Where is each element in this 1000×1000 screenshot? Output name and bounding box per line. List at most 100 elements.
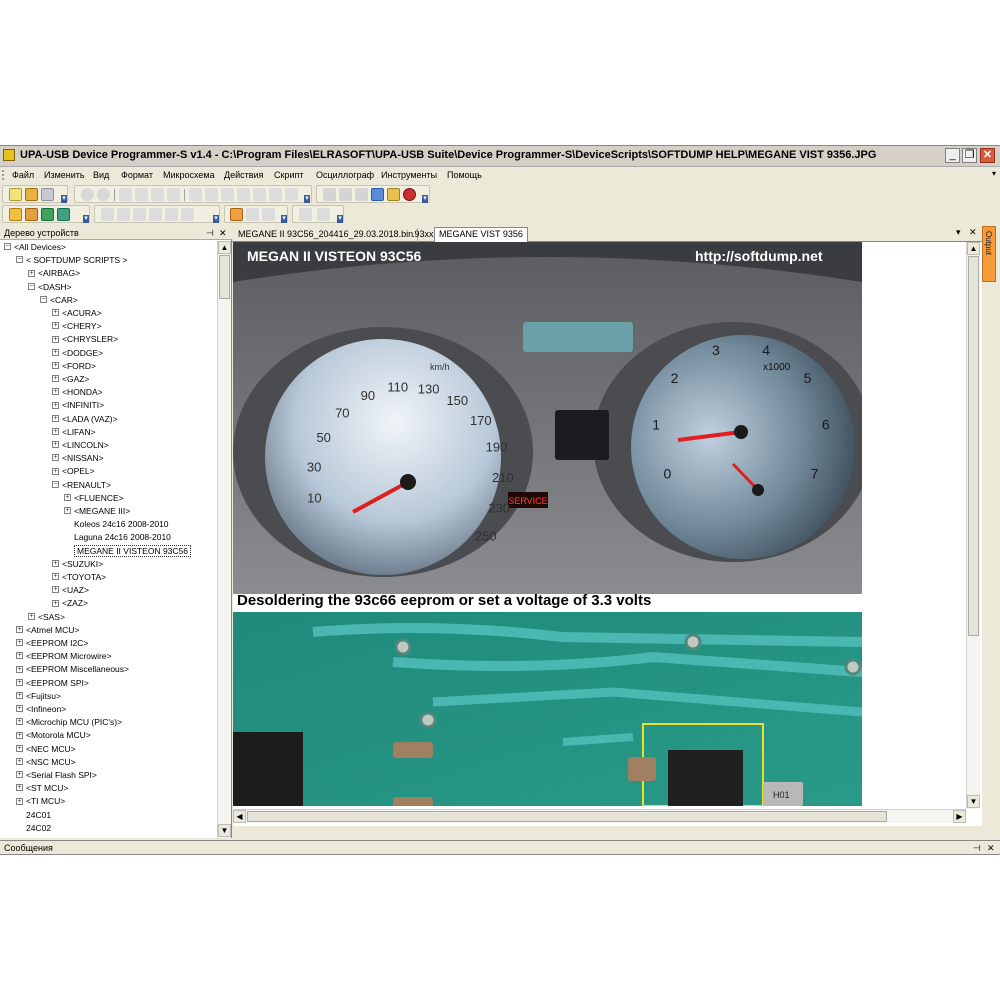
collapse-icon[interactable]: −: [28, 282, 35, 290]
expand-icon[interactable]: +: [16, 771, 23, 779]
tree-item[interactable]: + <FLUENCE>: [64, 492, 124, 505]
bug-icon[interactable]: [403, 188, 416, 201]
verify-chip-icon[interactable]: [355, 188, 368, 201]
delete-icon[interactable]: [167, 188, 180, 201]
image-vscroll-thumb[interactable]: [968, 256, 979, 636]
toolbar-chevron-icon[interactable]: ▾: [304, 195, 310, 203]
expand-icon[interactable]: +: [52, 375, 59, 383]
tree-item[interactable]: + <NSC MCU>: [16, 756, 76, 769]
tree-item[interactable]: + <INFINITI>: [52, 399, 104, 412]
expand-icon[interactable]: +: [52, 467, 59, 475]
expand-icon[interactable]: +: [16, 665, 23, 673]
tree-item[interactable]: + <NEC MCU>: [16, 743, 76, 756]
expand-icon[interactable]: +: [16, 731, 23, 739]
menu-tools[interactable]: Инструменты: [381, 170, 437, 180]
expand-icon[interactable]: +: [28, 612, 35, 620]
expand-icon[interactable]: +: [16, 705, 23, 713]
tree-item[interactable]: + <LINCOLN>: [52, 439, 109, 452]
tab-bin-file[interactable]: MEGANE II 93C56_204416_29.03.2018.bin: [234, 228, 419, 242]
expand-icon[interactable]: +: [16, 692, 23, 700]
tree-item[interactable]: MEGANE II VISTEON 93C56: [64, 544, 192, 558]
menu-file[interactable]: Файл: [12, 170, 34, 180]
expand-icon[interactable]: +: [16, 652, 23, 660]
pin-icon[interactable]: ⊣: [206, 228, 214, 239]
expand-icon[interactable]: +: [16, 639, 23, 647]
copy-icon[interactable]: [135, 188, 148, 201]
tree-item[interactable]: + <MEGANE III>: [64, 505, 130, 518]
image-hscrollbar[interactable]: ◀ ▶: [233, 809, 966, 823]
tabs-dropdown-icon[interactable]: ▾: [956, 227, 961, 238]
view-split-icon[interactable]: [133, 208, 146, 221]
tree-item[interactable]: + <EEPROM Miscellaneous>: [16, 663, 129, 676]
tree-item[interactable]: + <AIRBAG>: [28, 267, 80, 280]
find-icon[interactable]: [189, 188, 202, 201]
expand-icon[interactable]: +: [52, 573, 59, 581]
save-icon[interactable]: [41, 188, 54, 201]
scroll-left-icon[interactable]: ◀: [233, 810, 246, 823]
tree-item[interactable]: + <SAS>: [28, 611, 65, 624]
tree-item[interactable]: − < SOFTDUMP SCRIPTS >: [16, 254, 127, 267]
tree-item[interactable]: + <Microchip MCU (PIC's)>: [16, 716, 122, 729]
expand-icon[interactable]: +: [52, 454, 59, 462]
zoom-icon[interactable]: [246, 208, 259, 221]
collapse-icon[interactable]: −: [16, 256, 23, 264]
restore-button[interactable]: ❐: [962, 148, 977, 163]
scroll-down-icon[interactable]: ▼: [218, 824, 231, 837]
toolbar-chevron-icon[interactable]: ▾: [61, 195, 67, 203]
tree-item[interactable]: + <CHRYSLER>: [52, 333, 118, 346]
expand-icon[interactable]: +: [16, 797, 23, 805]
expand-icon[interactable]: +: [52, 441, 59, 449]
fit-icon[interactable]: [262, 208, 275, 221]
tree-item[interactable]: + <SUZUKI>: [52, 558, 103, 571]
menu-chip[interactable]: Микросхема: [163, 170, 215, 180]
menu-view[interactable]: Вид: [93, 170, 109, 180]
tree-item[interactable]: − <All Devices>: [4, 241, 66, 254]
menu-edit[interactable]: Изменить: [44, 170, 85, 180]
expand-icon[interactable]: +: [52, 348, 59, 356]
pin-icon[interactable]: ⊣: [973, 843, 981, 854]
scroll-right-icon[interactable]: ▶: [953, 810, 966, 823]
scroll-up-icon[interactable]: ▲: [967, 242, 980, 255]
minimize-button[interactable]: _: [945, 148, 960, 163]
tree-item[interactable]: + <ZAZ>: [52, 597, 88, 610]
tree-item[interactable]: + <CHERY>: [52, 320, 102, 333]
scroll-up-icon[interactable]: ▲: [218, 241, 231, 254]
expand-icon[interactable]: +: [52, 309, 59, 317]
run-icon[interactable]: [299, 208, 312, 221]
expand-icon[interactable]: +: [52, 414, 59, 422]
menu-format[interactable]: Формат: [121, 170, 153, 180]
menu-overflow-icon[interactable]: ▾: [992, 169, 996, 178]
toolbar-chevron-icon[interactable]: ▾: [213, 215, 219, 223]
cut-icon[interactable]: [119, 188, 132, 201]
wand-icon[interactable]: [9, 208, 22, 221]
tree-item[interactable]: + <ST MCU>: [16, 782, 68, 795]
tree-item[interactable]: + <EEPROM SPI>: [16, 677, 89, 690]
tree-item[interactable]: + <NISSAN>: [52, 452, 104, 465]
settings-icon[interactable]: [387, 188, 400, 201]
redo-icon[interactable]: [97, 188, 110, 201]
image-hscroll-thumb[interactable]: [247, 811, 887, 822]
panel-close-icon[interactable]: ✕: [219, 228, 227, 239]
toolbar-chevron-icon[interactable]: ▾: [337, 215, 343, 223]
close-button[interactable]: ✕: [980, 148, 995, 163]
menu-oscilloscope[interactable]: Осциллограф: [316, 170, 374, 180]
tree-item[interactable]: + <LIFAN>: [52, 426, 96, 439]
expand-icon[interactable]: +: [16, 758, 23, 766]
write-chip-icon[interactable]: [339, 188, 352, 201]
expand-icon[interactable]: +: [52, 388, 59, 396]
select-icon[interactable]: [230, 208, 243, 221]
key-icon[interactable]: [25, 208, 38, 221]
tools-icon[interactable]: [41, 208, 54, 221]
tree-scroll-thumb[interactable]: [219, 255, 230, 299]
menu-help[interactable]: Помощь: [447, 170, 482, 180]
tree-item[interactable]: + <FORD>: [52, 360, 96, 373]
tree-item[interactable]: + <TOYOTA>: [52, 571, 106, 584]
expand-icon[interactable]: +: [52, 599, 59, 607]
paste-icon[interactable]: [151, 188, 164, 201]
expand-icon[interactable]: +: [64, 494, 71, 502]
tree-item[interactable]: + <GAZ>: [52, 373, 89, 386]
expand-icon[interactable]: +: [16, 718, 23, 726]
tree-item[interactable]: − <RENAULT>: [52, 479, 111, 492]
checksum-icon[interactable]: [253, 188, 266, 201]
tab-close-icon[interactable]: ✕: [969, 227, 977, 238]
